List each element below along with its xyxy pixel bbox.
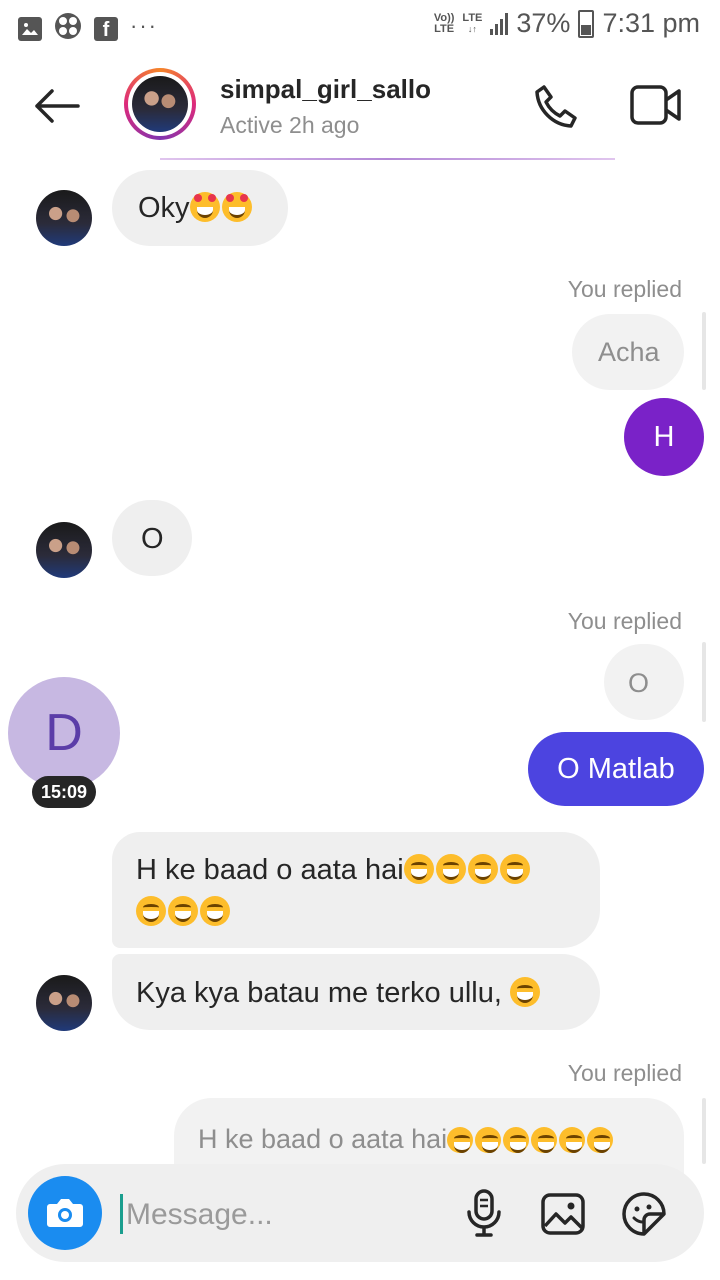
received-message[interactable]: O xyxy=(112,500,192,576)
call-timer: 15:09 xyxy=(32,776,96,808)
reply-indicator xyxy=(702,642,706,722)
phone-icon[interactable] xyxy=(530,82,580,137)
rofl-emoji-icon xyxy=(136,896,166,926)
sender-avatar[interactable] xyxy=(36,522,92,578)
status-bar: f ··· Vo)) LTE LTE ↓↑ 37% 7:31 pm xyxy=(0,0,720,52)
facebook-icon: f xyxy=(94,16,118,41)
rofl-emoji-icon xyxy=(503,1127,530,1153)
received-message[interactable]: H ke baad o aata hai xyxy=(112,832,600,948)
lte-indicator: LTE ↓↑ xyxy=(462,11,483,34)
sweat-smile-emoji-icon xyxy=(447,1127,474,1153)
smiling-hearts-emoji-icon xyxy=(190,192,220,222)
sweat-smile-emoji-icon xyxy=(475,1127,502,1153)
video-camera-icon[interactable] xyxy=(630,84,682,131)
rofl-emoji-icon xyxy=(499,854,530,884)
back-arrow-icon[interactable] xyxy=(32,88,80,124)
quoted-message[interactable]: Acha xyxy=(572,314,684,390)
quoted-message[interactable]: O xyxy=(604,644,684,720)
profile-photo xyxy=(132,76,188,132)
rofl-emoji-icon xyxy=(168,896,198,926)
received-message[interactable]: Oky xyxy=(112,170,288,246)
sent-message[interactable]: O Matlab xyxy=(528,732,704,806)
battery-percent: 37% xyxy=(516,8,571,38)
microphone-icon[interactable] xyxy=(464,1188,504,1243)
volte-indicator: Vo)) LTE xyxy=(433,11,455,35)
rofl-emoji-icon xyxy=(531,1127,558,1153)
sweat-smile-emoji-icon xyxy=(403,854,434,884)
image-icon[interactable] xyxy=(540,1192,586,1241)
rofl-emoji-icon xyxy=(559,1127,586,1153)
replied-label: You replied xyxy=(567,608,682,634)
smiling-hearts-emoji-icon xyxy=(222,192,252,222)
floating-chat-head[interactable]: D xyxy=(8,677,120,789)
joy-emoji-icon xyxy=(509,977,540,1007)
sender-avatar[interactable] xyxy=(36,190,92,246)
signal-icon xyxy=(490,12,509,35)
camera-icon[interactable] xyxy=(28,1176,102,1250)
reply-indicator xyxy=(702,1098,706,1164)
more-dots-icon: ··· xyxy=(130,12,158,38)
replied-label: You replied xyxy=(567,276,682,302)
avatar[interactable] xyxy=(124,68,196,140)
sticker-icon[interactable] xyxy=(620,1190,668,1243)
sent-message[interactable]: H xyxy=(624,398,704,476)
text-cursor xyxy=(120,1194,123,1234)
replied-label: You replied xyxy=(567,1060,682,1086)
sender-avatar[interactable] xyxy=(36,975,92,1031)
battery-icon xyxy=(578,9,595,38)
header-divider xyxy=(160,158,615,160)
gallery-icon xyxy=(18,16,42,41)
message-composer xyxy=(16,1164,704,1262)
sweat-smile-emoji-icon xyxy=(435,854,466,884)
rofl-emoji-icon xyxy=(467,854,498,884)
received-message[interactable]: Kya kya batau me terko ullu, xyxy=(112,954,600,1030)
chat-header: simpal_girl_sallo Active 2h ago xyxy=(0,52,720,158)
rofl-emoji-icon xyxy=(587,1127,614,1153)
pinwheel-icon xyxy=(54,12,82,45)
active-status: Active 2h ago xyxy=(220,112,360,138)
username[interactable]: simpal_girl_sallo xyxy=(220,74,431,105)
message-input[interactable] xyxy=(124,1192,448,1238)
reply-indicator xyxy=(702,312,706,390)
rofl-emoji-icon xyxy=(200,896,230,926)
clock: 7:31 pm xyxy=(602,8,700,38)
